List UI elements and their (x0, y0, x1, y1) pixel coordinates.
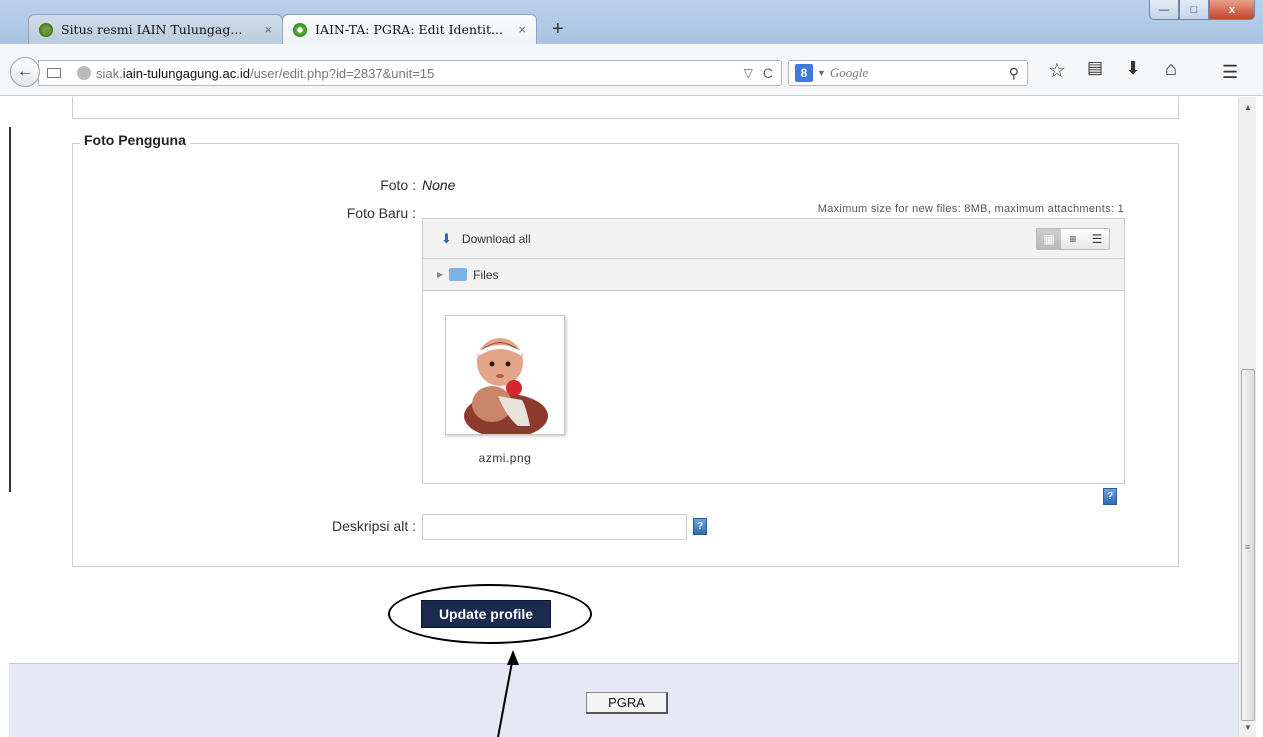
file-picker: ⬇ Download all ▦ ≡ ☰ ▶ Files azmi.png (422, 218, 1125, 484)
close-tab-icon[interactable]: × (264, 22, 272, 37)
tab-groups-icon[interactable] (47, 68, 61, 78)
foto-baru-label: Foto Baru : (346, 205, 416, 221)
list-view-icon[interactable]: ≡ (1061, 229, 1085, 249)
search-placeholder: Google (829, 65, 869, 80)
url-prefix: siak. (96, 65, 123, 81)
expand-triangle-icon[interactable]: ▶ (437, 270, 443, 279)
back-button[interactable]: ← (10, 57, 40, 87)
dropdown-arrow-icon[interactable]: ▽ (744, 66, 753, 80)
section-title: Foto Pengguna (80, 132, 190, 148)
file-picker-path: ▶ Files (423, 259, 1124, 291)
toolbar-icons: ☆ ▤ ⬇ ⌂ (1046, 58, 1182, 83)
tree-view-icon[interactable]: ☰ (1085, 229, 1109, 249)
download-all-link[interactable]: Download all (462, 232, 531, 246)
reload-icon[interactable]: C (763, 65, 773, 81)
new-tab-button[interactable]: + (552, 18, 564, 41)
file-thumbnail[interactable] (445, 315, 565, 438)
search-bar[interactable]: 8 ▼ Google ⚲ (788, 60, 1028, 86)
scroll-up-arrow-icon[interactable]: ▲ (1239, 99, 1257, 115)
vertical-scrollbar[interactable]: ▲ ≡ ▼ (1238, 97, 1256, 737)
foto-value: None (422, 177, 456, 193)
baby-photo-image (446, 316, 564, 438)
download-arrow-icon: ⬇ (441, 230, 452, 246)
url-path: /user/edit.php?id=2837&unit=15 (249, 65, 435, 81)
deskripsi-alt-label: Deskripsi alt : (331, 518, 416, 534)
url-host: iain-tulungagung.ac.id (122, 65, 250, 81)
engine-dropdown-icon[interactable]: ▼ (817, 68, 826, 78)
google-logo-icon: 8 (795, 64, 813, 82)
scroll-down-arrow-icon[interactable]: ▼ (1239, 719, 1257, 735)
search-icon[interactable]: ⚲ (1009, 65, 1019, 82)
browser-window: Situs resmi IAIN Tulungag... × IAIN-TA: … (0, 0, 1263, 737)
left-border (9, 127, 11, 492)
url-bar[interactable]: siak. iain-tulungagung.ac.id/user/edit.ph… (38, 60, 782, 86)
previous-section-box (72, 97, 1179, 119)
pgra-home-button[interactable]: PGRA (586, 692, 668, 714)
minimize-button[interactable]: — (1149, 0, 1179, 20)
home-icon[interactable]: ⌂ (1160, 58, 1182, 83)
scroll-grip-icon: ≡ (1245, 542, 1251, 552)
hamburger-menu-icon[interactable]: ☰ (1222, 62, 1238, 83)
view-mode-switch: ▦ ≡ ☰ (1036, 228, 1110, 250)
scrollbar-thumb[interactable]: ≡ (1241, 369, 1255, 721)
site-favicon-icon (39, 22, 53, 37)
bookmarks-icon[interactable]: ▤ (1084, 58, 1106, 83)
tab-edit-identitas[interactable]: IAIN-TA: PGRA: Edit Identit... × (282, 14, 537, 44)
grid-view-icon[interactable]: ▦ (1037, 229, 1061, 249)
site-favicon-icon (293, 22, 307, 37)
download-icon[interactable]: ⬇ (1122, 58, 1144, 83)
window-controls: — □ x (1149, 0, 1255, 20)
close-tab-icon[interactable]: × (518, 22, 526, 37)
tab-title: IAIN-TA: PGRA: Edit Identit... (315, 22, 503, 37)
update-profile-button[interactable]: Update profile (421, 600, 551, 628)
deskripsi-alt-input[interactable] (422, 514, 687, 540)
page-viewport: Foto Pengguna Foto : None Foto Baru : Ma… (0, 97, 1263, 737)
folder-icon (449, 268, 468, 281)
files-folder-label[interactable]: Files (473, 268, 498, 282)
page-footer: PGRA (9, 663, 1239, 737)
help-icon[interactable]: ? (1103, 488, 1117, 505)
title-bar: Situs resmi IAIN Tulungag... × IAIN-TA: … (0, 0, 1263, 44)
maximize-button[interactable]: □ (1179, 0, 1209, 20)
navigation-bar: siak. iain-tulungagung.ac.id/user/edit.ph… (0, 44, 1263, 96)
globe-icon (77, 66, 91, 80)
max-size-info: Maximum size for new files: 8MB, maximum… (817, 203, 1124, 215)
file-name: azmi.png (478, 451, 532, 465)
tab-title: Situs resmi IAIN Tulungag... (61, 22, 243, 37)
close-window-button[interactable]: x (1209, 0, 1255, 20)
file-picker-toolbar: ⬇ Download all ▦ ≡ ☰ (423, 219, 1124, 259)
arrow-left-icon: ← (17, 63, 33, 80)
star-icon[interactable]: ☆ (1046, 58, 1068, 83)
foto-label: Foto : (380, 177, 416, 193)
tab-situs-resmi[interactable]: Situs resmi IAIN Tulungag... × (28, 14, 283, 44)
help-icon[interactable]: ? (693, 518, 707, 535)
